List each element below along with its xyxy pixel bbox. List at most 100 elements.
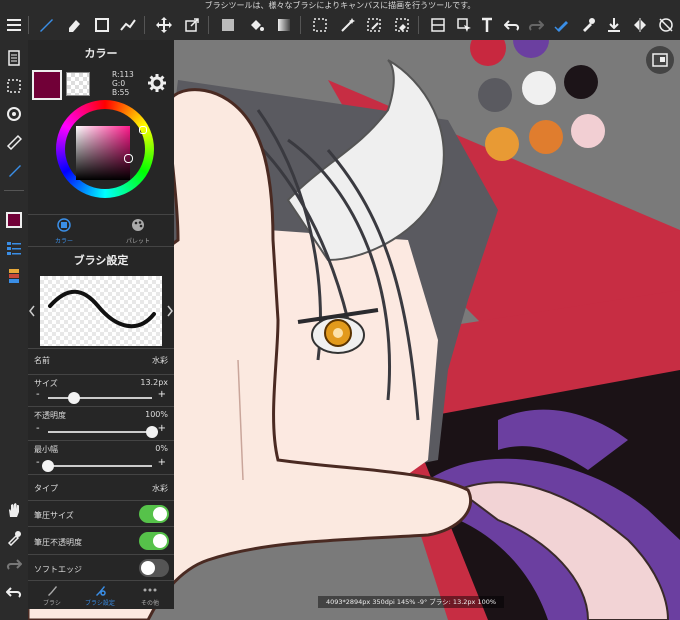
pressure-size-toggle[interactable] <box>139 505 169 523</box>
transform-tool-button[interactable] <box>180 12 204 38</box>
soft-edge-toggle[interactable] <box>139 559 169 577</box>
more-dots-icon <box>143 588 157 592</box>
sub-color-swatch[interactable] <box>66 72 90 96</box>
opacity-increase-button[interactable]: + <box>158 423 166 434</box>
gradient-tool-button[interactable] <box>272 12 296 38</box>
paint-bucket-icon <box>251 20 264 31</box>
saturation-square[interactable] <box>76 126 130 180</box>
tab-brush-label: ブラシ <box>43 600 61 607</box>
size-slider[interactable] <box>48 392 152 404</box>
frame-tool-button[interactable] <box>426 12 450 38</box>
selection-button[interactable] <box>2 74 26 98</box>
size-decrease-button[interactable]: - <box>36 389 40 400</box>
size-slider-knob[interactable] <box>68 392 80 404</box>
toolbar-divider <box>418 16 419 34</box>
rotation-reset-icon <box>659 18 673 32</box>
red-value: R:113 <box>112 70 134 79</box>
ruler-button[interactable] <box>2 130 26 154</box>
undo-side-button[interactable] <box>2 580 26 604</box>
hand-icon <box>9 503 19 517</box>
brush-name-row[interactable]: 名前 水彩 <box>28 348 174 375</box>
line-tool-button[interactable] <box>116 12 140 38</box>
panel-frame-icon <box>431 18 445 32</box>
size-label: サイズ <box>34 379 58 388</box>
min-width-increase-button[interactable]: + <box>158 457 166 468</box>
save-button[interactable] <box>602 12 626 38</box>
brush-tool-button[interactable] <box>34 12 58 38</box>
brush-stroke-preview <box>28 276 174 346</box>
min-width-slider-knob[interactable] <box>42 460 54 472</box>
brush-type-value: 水彩 <box>152 484 168 493</box>
pressure-size-label: 筆圧サイズ <box>34 511 74 520</box>
material-button[interactable] <box>2 264 26 288</box>
opacity-row: 不透明度 100% - + <box>28 406 174 441</box>
tab-palette[interactable]: パレット <box>118 217 158 245</box>
stabilizer-button[interactable] <box>550 12 574 38</box>
operation-tool-button[interactable] <box>452 12 476 38</box>
tab-brush-settings[interactable]: ブラシ設定 <box>76 581 124 609</box>
color-panel-button[interactable] <box>2 208 26 232</box>
hue-picker-cursor[interactable] <box>139 126 147 134</box>
pressure-opacity-label: 筆圧不透明度 <box>34 538 82 547</box>
brush-type-row[interactable]: タイプ 水彩 <box>28 474 174 501</box>
tab-brush[interactable]: ブラシ <box>28 581 76 609</box>
min-width-slider[interactable] <box>42 460 152 472</box>
redo-button[interactable] <box>524 12 548 38</box>
eraser-tool-button[interactable] <box>62 12 86 38</box>
bucket-tool-button[interactable] <box>244 12 268 38</box>
layers-button[interactable] <box>2 46 26 70</box>
redo-icon <box>6 559 22 570</box>
toggle-knob <box>153 507 167 521</box>
top-toolbar: ブラシツールは、様々なブラシによりキャンバスに描画を行うツールです。 <box>0 0 680 40</box>
layer-window-button[interactable] <box>646 46 674 74</box>
move-icon <box>156 17 172 33</box>
tab-other[interactable]: その他 <box>126 581 174 609</box>
opacity-slider[interactable] <box>48 426 158 438</box>
size-increase-button[interactable]: + <box>158 389 166 400</box>
rotate-canvas-button[interactable] <box>2 102 26 126</box>
select-pen-button[interactable] <box>362 12 386 38</box>
material-stack-icon <box>9 269 19 283</box>
size-value: 13.2px <box>140 378 168 387</box>
window-icon <box>652 53 668 67</box>
toolbar-divider <box>28 16 29 34</box>
redo-side-button[interactable] <box>2 552 26 576</box>
hand-tool-button[interactable] <box>2 498 26 522</box>
select-eraser-button[interactable] <box>390 12 414 38</box>
opacity-slider-knob[interactable] <box>146 426 158 438</box>
layer-list-button[interactable] <box>2 236 26 260</box>
toggle-knob <box>141 561 155 575</box>
brush-icon <box>48 586 57 596</box>
magic-wand-button[interactable] <box>336 12 360 38</box>
flip-canvas-button[interactable] <box>628 12 652 38</box>
brush-preview <box>28 276 174 346</box>
move-tool-button[interactable] <box>152 12 176 38</box>
rotate-reset-button[interactable] <box>654 12 678 38</box>
menu-button[interactable] <box>2 12 26 38</box>
tab-brush-settings-label: ブラシ設定 <box>85 600 115 607</box>
shape-tool-button[interactable] <box>90 12 114 38</box>
selection-eraser-icon <box>395 18 409 32</box>
brush-icon <box>40 19 53 32</box>
text-tool-button[interactable] <box>478 12 496 38</box>
eyedropper-side-button[interactable] <box>2 526 26 550</box>
pressure-opacity-toggle[interactable] <box>139 532 169 550</box>
min-width-decrease-button[interactable]: - <box>36 457 40 468</box>
undo-button[interactable] <box>500 12 524 38</box>
select-tool-button[interactable] <box>308 12 332 38</box>
opacity-label: 不透明度 <box>34 411 66 420</box>
eyedropper-button[interactable] <box>576 12 600 38</box>
opacity-decrease-button[interactable]: - <box>36 423 40 434</box>
fill-color-button[interactable] <box>216 12 240 38</box>
brush-name-label: 名前 <box>34 356 50 365</box>
main-color-swatch[interactable] <box>32 70 62 100</box>
brush-type-label: タイプ <box>34 484 58 493</box>
color-picker-cursor[interactable] <box>124 154 133 163</box>
canvas-status-bar: 4093*2894px 350dpi 145% -9° ブラシ: 13.2px … <box>318 596 504 608</box>
color-swatch-icon <box>6 212 22 228</box>
tool-hint-text: ブラシツールは、様々なブラシによりキャンバスに描画を行うツールです。 <box>204 1 476 10</box>
brush-panel-button[interactable] <box>2 158 26 182</box>
tab-color[interactable]: カラー <box>44 217 84 245</box>
color-settings-button[interactable] <box>148 74 166 92</box>
download-icon <box>608 18 620 32</box>
